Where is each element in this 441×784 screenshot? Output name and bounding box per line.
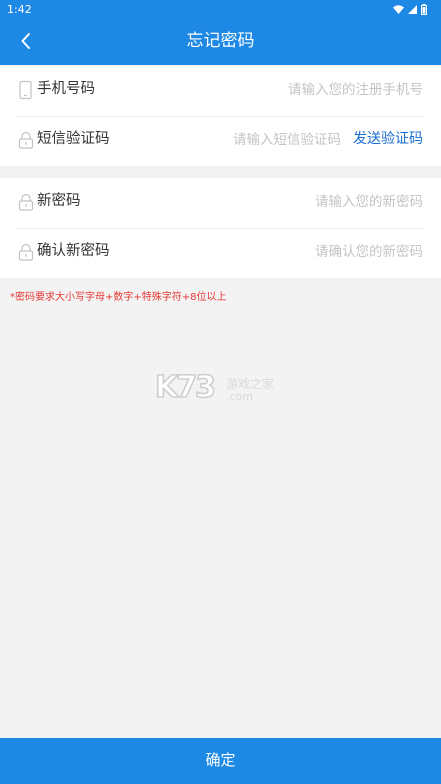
phone-verify-card: 手机号码 短信验证码 发送验证码 xyxy=(0,66,441,166)
phone-label: 手机号码 xyxy=(37,81,95,97)
new-password-row: 新密码 xyxy=(0,178,441,228)
chevron-left-icon xyxy=(21,33,30,49)
confirm-button[interactable]: 确定 xyxy=(0,738,441,784)
phone-row: 手机号码 xyxy=(0,66,441,116)
status-time: 1:42 xyxy=(7,3,32,16)
phone-input[interactable] xyxy=(223,78,423,102)
new-password-input[interactable] xyxy=(223,190,423,214)
watermark: K73 游戏之家 .com xyxy=(154,368,290,410)
send-code-button[interactable]: 发送验证码 xyxy=(353,116,423,162)
back-button[interactable] xyxy=(14,28,40,54)
status-icons xyxy=(393,4,427,15)
page-title: 忘记密码 xyxy=(186,31,255,51)
password-card: 新密码 确认新密码 xyxy=(0,178,441,278)
confirm-password-label: 确认新密码 xyxy=(37,243,110,259)
watermark-domain: .com xyxy=(226,390,253,403)
sms-label: 短信验证码 xyxy=(37,131,110,147)
confirm-password-input[interactable] xyxy=(223,240,423,264)
wifi-icon xyxy=(393,5,404,14)
new-password-label: 新密码 xyxy=(37,193,81,209)
lock-icon xyxy=(18,243,34,261)
sms-code-input[interactable] xyxy=(216,128,341,152)
cell-signal-icon xyxy=(408,5,417,14)
lock-icon xyxy=(18,193,34,211)
lock-icon xyxy=(18,131,34,149)
app-bar: 忘记密码 xyxy=(0,18,441,65)
status-bar: 1:42 xyxy=(0,0,441,18)
battery-icon xyxy=(421,4,427,15)
watermark-brand: K73 xyxy=(154,369,217,406)
password-hint: *密码要求大小写字母+数字+特殊字符+8位以上 xyxy=(10,292,227,303)
phone-icon xyxy=(19,80,32,100)
sms-row: 短信验证码 发送验证码 xyxy=(0,116,441,166)
confirm-password-row: 确认新密码 xyxy=(0,228,441,278)
